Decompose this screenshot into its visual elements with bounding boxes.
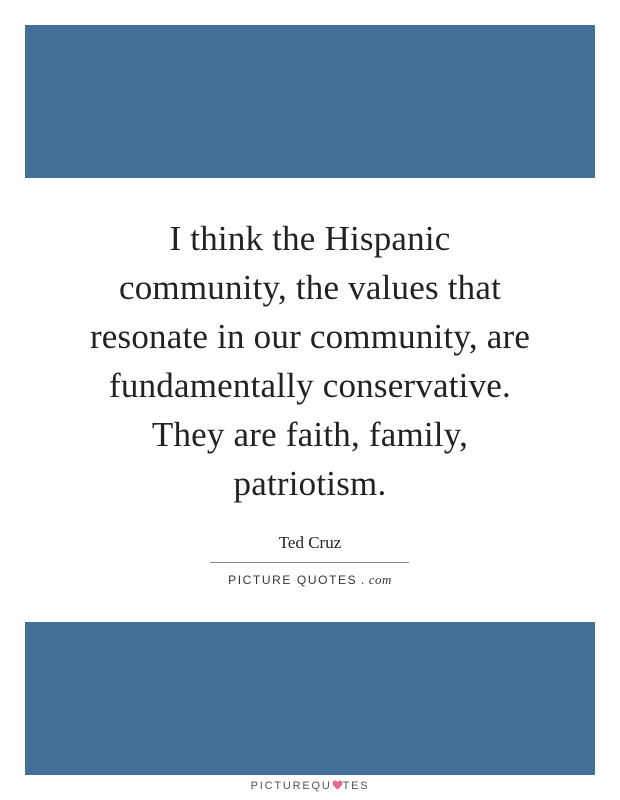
quote-text: I think the Hispanic community, the valu… — [40, 214, 580, 508]
quote-line: I think the Hispanic — [169, 219, 451, 258]
quote-line: They are faith, family, — [151, 415, 469, 454]
top-color-band — [25, 25, 595, 178]
bottom-color-band — [25, 622, 595, 775]
quote-line: fundamentally conservative. — [109, 366, 511, 405]
quote-line: resonate in our community, are — [89, 317, 531, 356]
quote-author: Ted Cruz — [278, 533, 342, 552]
site-watermark: PICTURE QUOTES . com — [210, 571, 410, 589]
footer-logo-right: TES — [342, 780, 370, 792]
quote-line: patriotism. — [233, 464, 387, 503]
footer-logo-left: PICTUREQU — [250, 780, 332, 792]
site-watermark-word: PICTURE QUOTES — [228, 573, 358, 587]
heart-icon — [332, 780, 343, 790]
site-watermark-tld: . com — [361, 572, 392, 587]
quote-line: community, the values that — [118, 268, 501, 307]
footer-logo: PICTUREQU TES — [0, 780, 620, 792]
author-divider — [210, 562, 409, 563]
